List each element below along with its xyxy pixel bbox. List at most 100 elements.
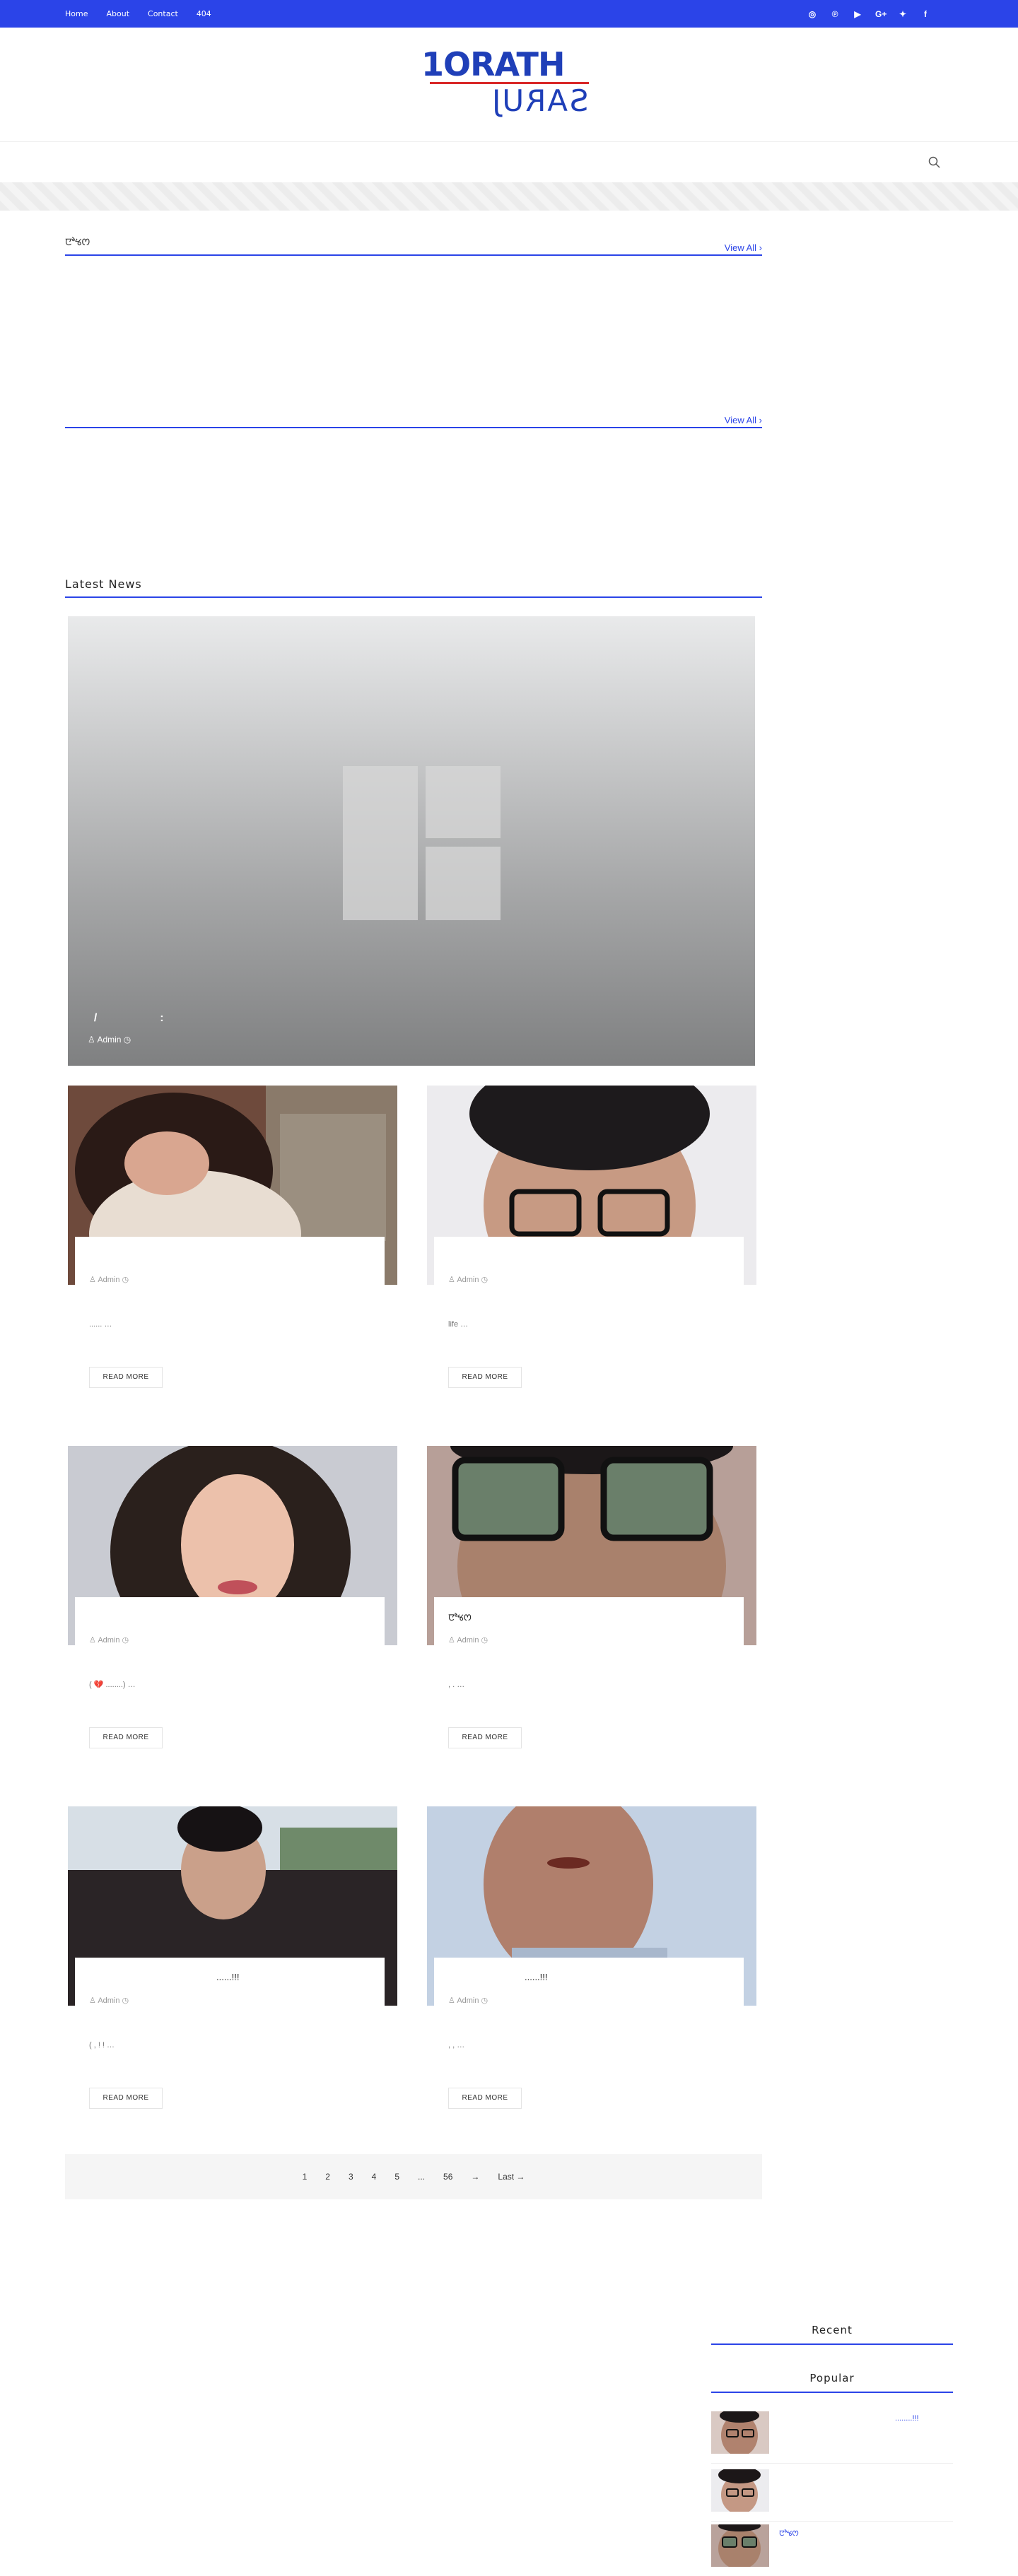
- user-icon: ♙: [448, 1276, 457, 1284]
- read-more-button[interactable]: READ MORE: [448, 1367, 522, 1388]
- next-page-arrow-icon[interactable]: →: [471, 2172, 479, 2182]
- post-card-box: ......!!! ♙ Admin ◷: [434, 1958, 744, 2007]
- section-header-featured: ꯅꯣꯠꯁ View All ›: [65, 228, 762, 256]
- user-icon: ♙: [89, 1636, 98, 1645]
- hero-post[interactable]: / : ♙ Admin ◷: [68, 616, 755, 1066]
- hero-meta: ♙ Admin ◷: [88, 1035, 131, 1045]
- instagram-icon[interactable]: ◎: [807, 9, 817, 19]
- facebook-icon[interactable]: f: [920, 9, 930, 19]
- view-all-link[interactable]: View All ›: [725, 415, 762, 425]
- clock-icon: ◷: [479, 1996, 488, 2005]
- hero-title[interactable]: / :: [88, 1012, 164, 1025]
- widget-title-popular[interactable]: Popular: [711, 2372, 953, 2393]
- author-name[interactable]: Admin: [98, 1636, 119, 1645]
- popular-post-title[interactable]: ........!!!: [895, 2414, 919, 2423]
- twitter-icon[interactable]: ✦: [898, 9, 908, 19]
- nav-about-link[interactable]: About: [106, 9, 129, 18]
- clock-icon: ◷: [119, 1276, 129, 1284]
- page-link-2[interactable]: 2: [325, 2172, 330, 2182]
- read-more-button[interactable]: READ MORE: [89, 1727, 163, 1748]
- last-page-link[interactable]: Last →: [498, 2172, 525, 2182]
- page-link-3[interactable]: 3: [349, 2172, 353, 2182]
- section-header-second: View All ›: [65, 400, 762, 428]
- post-card: ......!!! ♙ Admin ◷ , , … READ MORE: [427, 1806, 756, 2117]
- image-placeholder-icon: [343, 766, 418, 920]
- post-card: ♙ Admin ◷ life … READ MORE: [427, 1086, 756, 1396]
- post-card-box: ♙ Admin ◷: [75, 1597, 385, 1647]
- post-card: ♙ Admin ◷ ...... … READ MORE: [68, 1086, 397, 1396]
- read-more-button[interactable]: READ MORE: [448, 2088, 522, 2109]
- logo-line-2: SARUJ: [491, 83, 589, 118]
- popular-post-item[interactable]: ........!!!: [711, 2410, 953, 2464]
- post-meta: ♙ Admin ◷: [89, 1275, 129, 1284]
- post-excerpt: ( 💔 ........) …: [89, 1681, 136, 1689]
- decorative-pattern-band: [0, 182, 1018, 211]
- post-meta: ♙ Admin ◷: [89, 1996, 129, 2005]
- user-icon: ♙: [88, 1035, 95, 1045]
- post-excerpt: ( , ! ! …: [89, 2041, 115, 2049]
- image-placeholder-icon: [426, 766, 501, 838]
- post-card-box: ♙ Admin ◷: [434, 1237, 744, 1286]
- user-icon: ♙: [448, 1636, 457, 1645]
- author-name[interactable]: Admin: [98, 1996, 119, 2005]
- image-placeholder-icon: [426, 847, 501, 920]
- section-header-latest-news: Latest News: [65, 570, 762, 598]
- post-excerpt: life …: [448, 1320, 469, 1329]
- pinterest-icon[interactable]: ℗: [830, 9, 840, 19]
- top-bar: Home About Contact 404 ◎ ℗ ▶ G+ ✦ f: [0, 0, 1018, 28]
- clock-icon: ◷: [123, 1035, 131, 1045]
- post-title[interactable]: ......!!!: [525, 1972, 548, 1982]
- search-icon[interactable]: [928, 155, 942, 170]
- post-card: ꯅꯣꯠꯁ ♙ Admin ◷ , . … READ MORE: [427, 1446, 756, 1757]
- widget-title-recent[interactable]: Recent: [711, 2324, 953, 2345]
- popular-post-item[interactable]: ꯅꯣꯠꯁ: [711, 2523, 953, 2572]
- clock-icon: ◷: [479, 1636, 488, 1645]
- popular-post-title[interactable]: ꯅꯣꯠꯁ: [779, 2527, 799, 2539]
- read-more-button[interactable]: READ MORE: [448, 1727, 522, 1748]
- user-icon: ♙: [448, 1996, 457, 2005]
- post-card-box: ♙ Admin ◷: [75, 1237, 385, 1286]
- post-meta: ♙ Admin ◷: [89, 1635, 129, 1645]
- read-more-button[interactable]: READ MORE: [89, 1367, 163, 1388]
- post-card-box: ......!!! ♙ Admin ◷: [75, 1958, 385, 2007]
- popular-post-thumbnail[interactable]: [711, 2469, 769, 2512]
- social-links: ◎ ℗ ▶ G+ ✦ f: [795, 0, 930, 28]
- nav-contact-link[interactable]: Contact: [148, 9, 178, 18]
- post-excerpt: , , …: [448, 2041, 465, 2049]
- user-icon: ♙: [89, 1276, 98, 1284]
- page-link-4[interactable]: 4: [372, 2172, 377, 2182]
- page-ellipsis: ...: [418, 2172, 426, 2182]
- view-all-link[interactable]: View All ›: [725, 242, 762, 253]
- nav-home-link[interactable]: Home: [65, 9, 88, 18]
- author-name[interactable]: Admin: [457, 1636, 479, 1645]
- author-name[interactable]: Admin: [98, 1276, 119, 1284]
- post-meta: ♙ Admin ◷: [448, 1275, 488, 1284]
- page-link-1[interactable]: 1: [303, 2172, 308, 2182]
- post-title[interactable]: ꯅꯣꯠꯁ: [448, 1611, 472, 1624]
- popular-post-thumbnail[interactable]: [711, 2524, 769, 2567]
- clock-icon: ◷: [119, 1636, 129, 1645]
- author-name[interactable]: Admin: [457, 1276, 479, 1284]
- site-logo[interactable]: 1ORATH SARUJ: [421, 45, 598, 123]
- popular-post-item[interactable]: [711, 2468, 953, 2522]
- top-nav: Home About Contact 404: [65, 0, 230, 28]
- google-plus-icon[interactable]: G+: [875, 9, 887, 19]
- page-link-56[interactable]: 56: [443, 2172, 452, 2182]
- youtube-icon[interactable]: ▶: [853, 9, 862, 19]
- post-card: ......!!! ♙ Admin ◷ ( , ! ! … READ MORE: [68, 1806, 397, 2117]
- page-link-5[interactable]: 5: [394, 2172, 399, 2182]
- post-meta: ♙ Admin ◷: [448, 1635, 488, 1645]
- author-name[interactable]: Admin: [457, 1996, 479, 2005]
- author-name[interactable]: Admin: [97, 1035, 121, 1045]
- post-card: ♙ Admin ◷ ( 💔 ........) … READ MORE: [68, 1446, 397, 1757]
- nav-404-link[interactable]: 404: [197, 9, 211, 18]
- pagination: 1 2 3 4 5 ... 56 → Last →: [65, 2154, 762, 2199]
- section-title: Latest News: [65, 577, 142, 591]
- popular-post-thumbnail[interactable]: [711, 2411, 769, 2454]
- read-more-button[interactable]: READ MORE: [89, 2088, 163, 2109]
- section-title: ꯅꯣꯠꯁ: [65, 237, 90, 248]
- post-card-box: ꯅꯣꯠꯁ ♙ Admin ◷: [434, 1597, 744, 1647]
- clock-icon: ◷: [479, 1276, 488, 1284]
- main-nav-row: [0, 141, 1018, 182]
- post-title[interactable]: ......!!!: [216, 1972, 240, 1982]
